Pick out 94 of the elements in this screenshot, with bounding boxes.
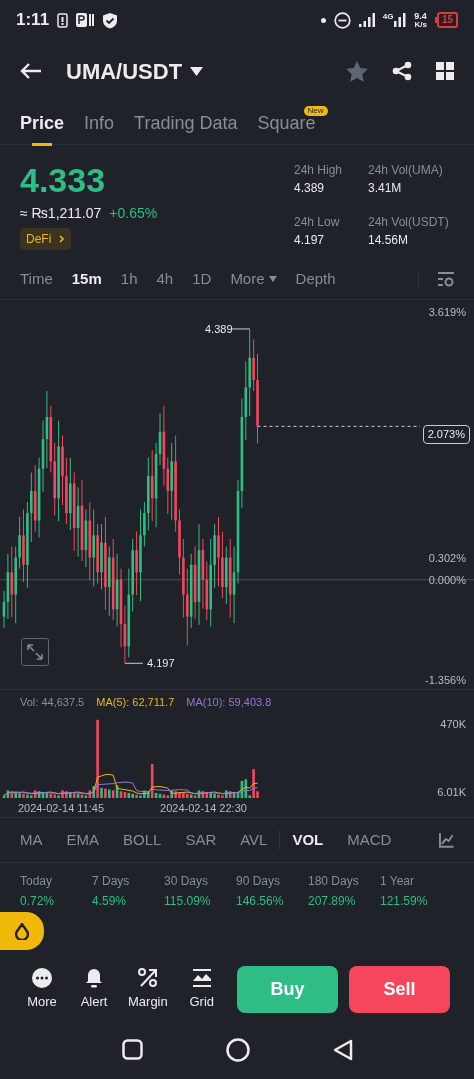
- interval-tab[interactable]: Depth: [295, 267, 336, 291]
- stat-label: 24h Low: [294, 214, 341, 231]
- status-time: 1:11: [16, 9, 50, 32]
- stat-value: 14.56M: [368, 232, 410, 249]
- period-label: 7 Days: [92, 873, 131, 890]
- drop-icon: [15, 922, 29, 940]
- expand-icon[interactable]: [21, 638, 49, 666]
- last-price: 4.333: [20, 161, 107, 199]
- new-badge: New: [303, 106, 328, 116]
- fiat-price: ≈ ₨1,211.07: [20, 204, 102, 223]
- network-type: 4G: [382, 13, 394, 21]
- period-change: 207.89%: [308, 893, 357, 910]
- recents-icon[interactable]: [121, 1039, 143, 1060]
- period-change: 4.59%: [92, 893, 128, 910]
- back-icon[interactable]: [332, 1038, 353, 1061]
- stat-label: 24h Vol(USDT): [368, 214, 450, 231]
- period-label: Today: [20, 873, 54, 890]
- volume-legend: Vol: 44,637.5: [20, 694, 85, 711]
- indicator-tab[interactable]: BOLL: [123, 828, 162, 852]
- more-icon: [31, 966, 53, 989]
- interval-tab[interactable]: 1h: [120, 267, 138, 291]
- tab[interactable]: Price: [20, 110, 65, 146]
- time-axis-label: 2024-02-14 22:30: [160, 801, 247, 815]
- period-label: 30 Days: [164, 873, 210, 890]
- back-arrow-icon[interactable]: [20, 62, 42, 80]
- indicator-tab[interactable]: MACD: [347, 828, 392, 852]
- period-label: 90 Days: [236, 873, 282, 890]
- volume-legend: MA(5): 62,711.7: [96, 694, 175, 711]
- indicator-tab[interactable]: AVL: [240, 828, 268, 852]
- period-change: 146.56%: [236, 893, 285, 910]
- sell-button[interactable]: Sell: [349, 965, 450, 1013]
- signal-icon: [358, 13, 375, 27]
- stat-value: 4.197: [294, 232, 326, 249]
- chart-settings-icon[interactable]: [438, 271, 454, 287]
- stat-label: 24h Vol(UMA): [368, 162, 444, 179]
- axis-label: -1.356%: [425, 673, 466, 688]
- indicator-tab[interactable]: SAR: [185, 828, 217, 852]
- interval-tab[interactable]: 1D: [192, 267, 212, 291]
- axis-label: 3.619%: [428, 305, 466, 320]
- signal-icon: [394, 13, 407, 27]
- leader-line: [124, 662, 144, 664]
- stat-label: 24h High: [294, 162, 344, 179]
- do-not-disturb-icon: [333, 11, 351, 29]
- axis-label: 0.000%: [428, 573, 466, 588]
- speed-unit: K/s: [414, 20, 427, 29]
- indicator-tab[interactable]: EMA: [66, 828, 99, 852]
- battery-indicator: 15: [434, 12, 458, 28]
- time-axis-label: 2024-02-14 11:45: [18, 801, 105, 815]
- period-change: 0.72%: [20, 893, 56, 910]
- category-tag[interactable]: DeFi: [20, 228, 72, 250]
- indicator-tab[interactable]: MA: [20, 828, 43, 852]
- chevron-right-icon: [59, 235, 66, 243]
- indicator-tab[interactable]: VOL: [292, 828, 324, 852]
- caret-down-icon: [268, 276, 277, 282]
- tab[interactable]: Info: [84, 110, 115, 146]
- interval-tab[interactable]: Time: [20, 267, 53, 291]
- price-change: +0.65%: [109, 204, 158, 223]
- grid-layout-icon[interactable]: [436, 62, 454, 80]
- period-label: 180 Days: [308, 873, 360, 890]
- interval-tab[interactable]: 4h: [156, 267, 174, 291]
- percent-arrow-icon: [136, 966, 159, 989]
- high-price-label: 4.389: [205, 322, 233, 337]
- caret-down-icon[interactable]: [190, 66, 204, 76]
- current-price-label: 2.073%: [422, 425, 470, 444]
- dot-icon: [320, 17, 326, 23]
- action-button[interactable]: Grid: [183, 966, 220, 1012]
- tab[interactable]: Trading Data: [134, 110, 238, 146]
- period-label: 1 Year: [380, 873, 416, 890]
- pair-title[interactable]: UMA/USDT: [66, 54, 183, 88]
- grid-chart-icon: [190, 966, 213, 989]
- network-speed: 9.4: [414, 11, 427, 21]
- interval-tab[interactable]: 15m: [71, 267, 102, 291]
- axis-label: 470K: [440, 717, 466, 732]
- action-button[interactable]: More: [24, 966, 60, 1012]
- home-icon[interactable]: [225, 1037, 250, 1062]
- star-icon[interactable]: [346, 60, 368, 82]
- parking-icon: [76, 12, 95, 28]
- action-button[interactable]: Margin: [128, 966, 168, 1012]
- share-icon[interactable]: [392, 61, 412, 81]
- period-change: 121.59%: [380, 893, 429, 910]
- low-price-label: 4.197: [147, 656, 175, 671]
- axis-label: 6.01K: [437, 785, 466, 800]
- axis-label: 0.302%: [428, 551, 466, 566]
- battery-saver-icon: [57, 12, 69, 28]
- stat-value: 4.389: [294, 180, 326, 197]
- interval-tab[interactable]: More: [230, 267, 277, 291]
- stat-value: 3.41M: [368, 180, 403, 197]
- floating-action-button[interactable]: [0, 912, 44, 950]
- period-change: 115.09%: [164, 893, 212, 910]
- leader-line: [231, 328, 251, 330]
- action-button[interactable]: Alert: [76, 966, 112, 1012]
- shield-check-icon: [102, 11, 119, 29]
- line-chart-icon[interactable]: [439, 832, 454, 848]
- volume-legend: MA(10): 59,403.8: [186, 694, 272, 711]
